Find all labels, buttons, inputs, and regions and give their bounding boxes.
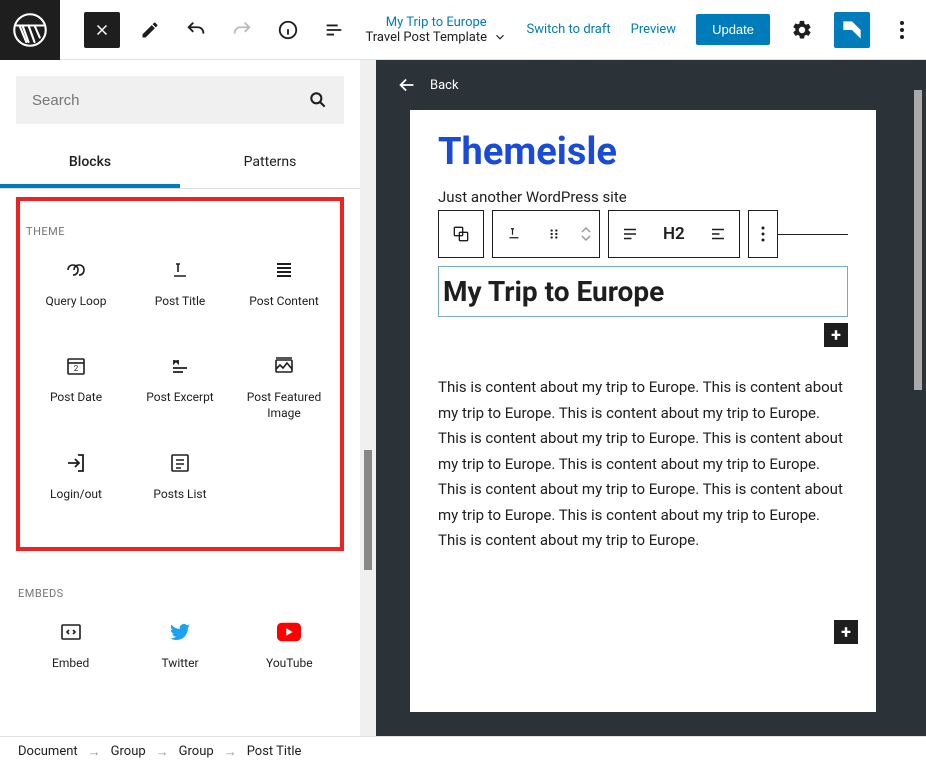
- block-inserter-panel: Blocks Patterns THEME Query Loop Post Ti…: [0, 60, 360, 736]
- block-post-featured-image[interactable]: Post Featured Image: [232, 348, 336, 427]
- edit-icon[interactable]: [138, 18, 162, 42]
- post-content-block[interactable]: This is content about my trip to Europe.…: [438, 375, 848, 554]
- breadcrumb-item[interactable]: Post Title: [247, 744, 302, 759]
- editor-canvas: Back Themeisle Just another WordPress si…: [376, 60, 910, 736]
- redo-icon: [230, 18, 254, 42]
- document-title: My Trip to Europe: [386, 15, 487, 30]
- embed-icon: [59, 620, 83, 644]
- paragraph-icon[interactable]: [493, 211, 535, 257]
- block-post-title[interactable]: Post Title: [128, 252, 232, 330]
- switch-to-draft-button[interactable]: Switch to draft: [526, 22, 610, 37]
- align-icon[interactable]: [609, 211, 651, 257]
- block-post-content[interactable]: Post Content: [232, 252, 336, 330]
- block-toolbar: H2: [438, 210, 848, 258]
- search-box[interactable]: [16, 76, 344, 124]
- update-button[interactable]: Update: [696, 14, 770, 45]
- block-toolbar-blocktype[interactable]: [438, 210, 484, 258]
- breadcrumb-item[interactable]: Group: [111, 744, 146, 759]
- info-icon[interactable]: [276, 18, 300, 42]
- inserter-tabs: Blocks Patterns: [0, 140, 360, 189]
- canvas-back-header[interactable]: Back: [376, 60, 910, 110]
- chevron-down-icon: [493, 30, 507, 44]
- svg-text:2: 2: [74, 364, 79, 373]
- query-loop-icon: [64, 258, 88, 282]
- breadcrumb-item[interactable]: Document: [18, 744, 78, 759]
- block-toolbar-layout[interactable]: [492, 210, 600, 258]
- posts-list-icon: [168, 451, 192, 475]
- text-align-icon[interactable]: [697, 211, 739, 257]
- block-toolbar-heading[interactable]: H2: [608, 210, 740, 258]
- close-inserter-button[interactable]: [84, 12, 120, 48]
- back-arrow-icon: [396, 74, 418, 96]
- search-icon: [308, 90, 328, 110]
- block-twitter[interactable]: Twitter: [125, 614, 234, 692]
- chevron-down-icon: [581, 235, 591, 241]
- post-excerpt-icon: [168, 354, 192, 378]
- more-icon[interactable]: [749, 211, 777, 257]
- avatar[interactable]: [834, 12, 870, 48]
- settings-gear-icon[interactable]: [790, 18, 814, 42]
- add-block-button-bottom[interactable]: +: [834, 620, 858, 644]
- toolbar-right: Switch to draft Preview Update: [526, 12, 914, 48]
- block-login-out[interactable]: Login/out: [24, 445, 128, 523]
- section-label-embeds: EMBEDS: [16, 579, 344, 614]
- section-label-theme: THEME: [24, 217, 336, 252]
- block-post-excerpt[interactable]: Post Excerpt: [128, 348, 232, 427]
- featured-image-icon: [272, 354, 296, 378]
- block-query-loop[interactable]: Query Loop: [24, 252, 128, 330]
- move-arrows[interactable]: [573, 211, 599, 257]
- drag-handle-icon[interactable]: [535, 211, 573, 257]
- list-view-icon[interactable]: [322, 18, 346, 42]
- block-post-date[interactable]: 2 Post Date: [24, 348, 128, 427]
- toolbar-tools: [138, 18, 346, 42]
- block-youtube[interactable]: YouTube: [235, 614, 344, 692]
- breadcrumb: Document→ Group→ Group→ Post Title: [0, 736, 926, 766]
- heading-level[interactable]: H2: [651, 211, 697, 257]
- search-input[interactable]: [32, 92, 308, 109]
- post-date-icon: 2: [64, 354, 88, 378]
- site-title[interactable]: Themeisle: [438, 130, 848, 174]
- back-label: Back: [430, 78, 459, 93]
- document-title-area[interactable]: My Trip to Europe Travel Post Template: [346, 15, 526, 45]
- block-type-icon: [451, 224, 471, 244]
- chevron-up-icon: [581, 227, 591, 233]
- breadcrumb-item[interactable]: Group: [179, 744, 214, 759]
- tab-blocks[interactable]: Blocks: [0, 140, 180, 188]
- more-options-icon[interactable]: [890, 18, 914, 42]
- preview-button[interactable]: Preview: [631, 22, 676, 37]
- post-title-block[interactable]: My Trip to Europe: [438, 266, 848, 317]
- page-preview[interactable]: Themeisle Just another WordPress site: [410, 110, 876, 712]
- sidebar-scrollbar[interactable]: [360, 60, 376, 736]
- template-selector[interactable]: Travel Post Template: [366, 30, 507, 45]
- block-toolbar-more[interactable]: [748, 210, 778, 258]
- block-embed[interactable]: Embed: [16, 614, 125, 692]
- canvas-scrollbar[interactable]: [910, 60, 926, 736]
- tab-patterns[interactable]: Patterns: [180, 140, 360, 188]
- youtube-icon: [277, 620, 301, 644]
- post-title-icon: [168, 258, 192, 282]
- site-tagline[interactable]: Just another WordPress site: [438, 188, 848, 206]
- wordpress-logo[interactable]: [0, 0, 60, 60]
- add-block-button[interactable]: +: [824, 323, 848, 347]
- login-out-icon: [64, 451, 88, 475]
- post-content-icon: [272, 258, 296, 282]
- undo-icon[interactable]: [184, 18, 208, 42]
- twitter-icon: [168, 620, 192, 644]
- block-posts-list[interactable]: Posts List: [128, 445, 232, 523]
- top-toolbar: My Trip to Europe Travel Post Template S…: [0, 0, 926, 60]
- theme-blocks-highlight: THEME Query Loop Post Title Post Content: [16, 197, 344, 551]
